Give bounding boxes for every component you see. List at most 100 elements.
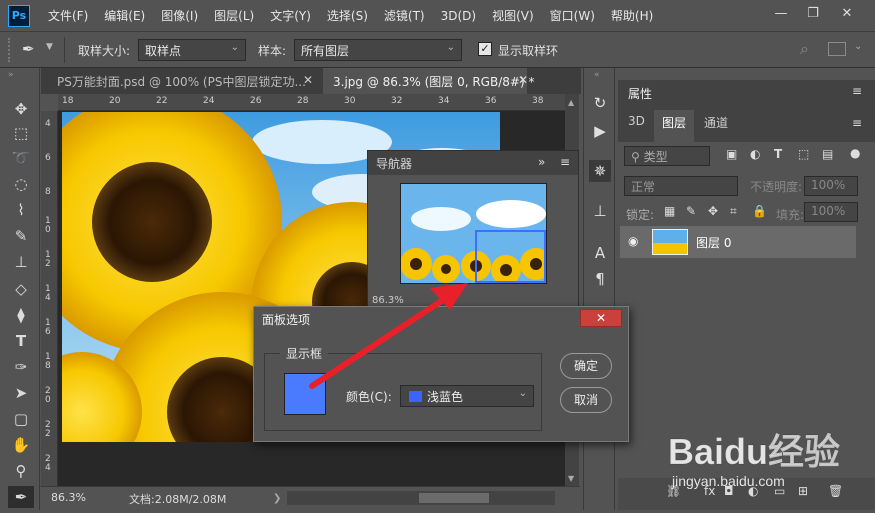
blend-mode-select[interactable]: 正常 [624,176,738,196]
layer-name[interactable]: 图层 0 [696,234,731,251]
dialog-titlebar[interactable]: 面板选项 ✕ [254,307,628,331]
collapse-icon[interactable]: » [538,155,545,169]
status-bar: 86.3% 文档:2.08M/2.08M ❯ [41,486,580,510]
filter-toggle-icon[interactable]: ● [850,146,860,160]
lasso-icon[interactable]: ➰ [8,147,34,169]
horizontal-scrollbar[interactable] [287,491,555,505]
menu-select[interactable]: 选择(S) [327,7,368,24]
quick-select-icon[interactable]: ◌ [8,173,34,195]
menu-layer[interactable]: 图层(L) [214,7,254,24]
zoom-level[interactable]: 86.3% [51,491,86,504]
paragraph-icon[interactable]: ¶ [589,268,611,290]
menu-window[interactable]: 窗口(W) [550,7,595,24]
group-label: 显示框 [280,345,329,362]
chevron-down-icon[interactable]: ▼ [46,42,53,52]
smart-object-filter-icon[interactable]: ▤ [822,147,833,161]
clone-source-icon[interactable]: ⊥ [589,200,611,222]
menu-3d[interactable]: 3D(D) [441,9,476,23]
close-tab-icon[interactable]: ✕ [303,73,313,87]
marquee-icon[interactable]: ⬚ [8,122,34,144]
sample-value: 所有图层 [301,44,350,58]
hand-icon[interactable]: ✋ [8,434,34,456]
color-swatch[interactable] [284,373,326,415]
tab-3d[interactable]: 3D [620,110,653,134]
scroll-thumb[interactable] [419,493,489,503]
character-icon[interactable]: A [589,242,611,264]
layer-filter-select[interactable]: ⚲ 类型 [624,146,710,166]
eyedropper-active-icon[interactable]: ✒ [8,486,34,508]
sample-size-select[interactable]: 取样点 ⌄ [138,39,246,61]
chevron-down-icon[interactable]: ⌄ [854,41,862,52]
panel-menu-icon[interactable]: ≡ [560,155,570,169]
opacity-input[interactable]: 100% [804,176,858,196]
collapse-icon[interactable]: » [8,70,14,80]
ruler-tick: 6 [45,153,51,163]
lock-position-icon[interactable]: ✥ [708,204,718,218]
close-icon[interactable]: ✕ [580,309,622,327]
menu-filter[interactable]: 滤镜(T) [384,7,425,24]
menu-view[interactable]: 视图(V) [492,7,534,24]
play-icon[interactable]: ▶ [589,120,611,142]
workspace-icon[interactable] [828,42,846,56]
navigator-view-box[interactable] [475,230,546,283]
cancel-button[interactable]: 取消 [560,387,612,413]
rectangle-icon[interactable]: ▢ [8,408,34,430]
text-icon[interactable]: T [8,330,34,352]
lock-all-icon[interactable]: 🔒 [752,204,767,218]
shape-filter-icon[interactable]: ⬚ [798,147,809,161]
ruler-tick: 2 2 [45,420,51,439]
image-filter-icon[interactable]: ▣ [726,147,737,161]
tab-channels[interactable]: 通道 [696,110,736,134]
tab-psd-document[interactable]: PS万能封面.psd @ 100% (PS中图层锁定功... [47,68,327,94]
restore-icon[interactable]: ❐ [800,4,826,24]
menu-help[interactable]: 帮助(H) [611,7,653,24]
sample-select[interactable]: 所有图层 ⌄ [294,39,462,61]
divider [64,37,65,63]
eyedropper-tool-icon[interactable]: ✒ [22,40,35,58]
navigator-zoom[interactable]: 86.3% [372,295,404,306]
zoom-icon[interactable]: ⚲ [8,460,34,482]
menu-file[interactable]: 文件(F) [48,7,88,24]
fill-input[interactable]: 100% [804,202,858,222]
search-icon[interactable]: ⌕ [800,39,809,59]
options-grip[interactable] [8,38,12,62]
scroll-up-icon[interactable]: ▲ [568,98,574,107]
lock-pixels-icon[interactable]: ✎ [686,204,696,218]
color-select[interactable]: 浅蓝色 ⌄ [400,385,534,407]
move-icon[interactable]: ✥ [8,98,34,120]
stamp-icon[interactable]: ⊥ [8,251,34,273]
adjustment-filter-icon[interactable]: ◐ [750,147,760,161]
pen-icon[interactable]: ✑ [8,356,34,378]
paint-bucket-icon[interactable]: ⧫ [8,304,34,326]
panel-menu-icon[interactable]: ≡ [852,116,862,130]
layer-row[interactable]: ◉ 图层 0 [620,226,856,258]
collapse-icon[interactable]: « [594,70,600,80]
show-ring-checkbox[interactable]: ✓ [478,42,492,56]
tab-jpg-document[interactable]: 3.jpg @ 86.3% (图层 0, RGB/8#) * [323,68,534,94]
eraser-icon[interactable]: ◇ [8,278,34,300]
menu-edit[interactable]: 编辑(E) [104,7,145,24]
navigator-thumbnail[interactable] [400,183,547,284]
path-select-icon[interactable]: ➤ [8,382,34,404]
minimize-icon[interactable]: — [768,4,794,24]
menu-image[interactable]: 图像(I) [161,7,198,24]
text-filter-icon[interactable]: T [774,147,782,161]
ruler-tick: 32 [391,96,403,106]
menu-type[interactable]: 文字(Y) [270,7,311,24]
brush-icon[interactable]: ✎ [8,225,34,247]
close-tab-icon[interactable]: ✕ [518,73,528,87]
panel-menu-icon[interactable]: ≡ [852,84,862,98]
lock-transparent-icon[interactable]: ▦ [664,204,675,218]
ok-button[interactable]: 确定 [560,353,612,379]
tab-layers[interactable]: 图层 [654,110,695,142]
opacity-label: 不透明度: [750,180,803,194]
lock-artboard-icon[interactable]: ⌗ [730,204,737,219]
scroll-down-icon[interactable]: ▼ [568,474,574,483]
close-icon[interactable]: ✕ [834,4,860,24]
status-menu-icon[interactable]: ❯ [273,493,281,504]
history-icon[interactable]: ↻ [589,92,611,114]
watermark-brand: Baidu经验 [668,431,840,472]
navigator-icon[interactable]: ✵ [589,160,611,182]
visibility-eye-icon[interactable]: ◉ [628,234,638,248]
eyedropper-icon[interactable]: ⌇ [8,199,34,221]
